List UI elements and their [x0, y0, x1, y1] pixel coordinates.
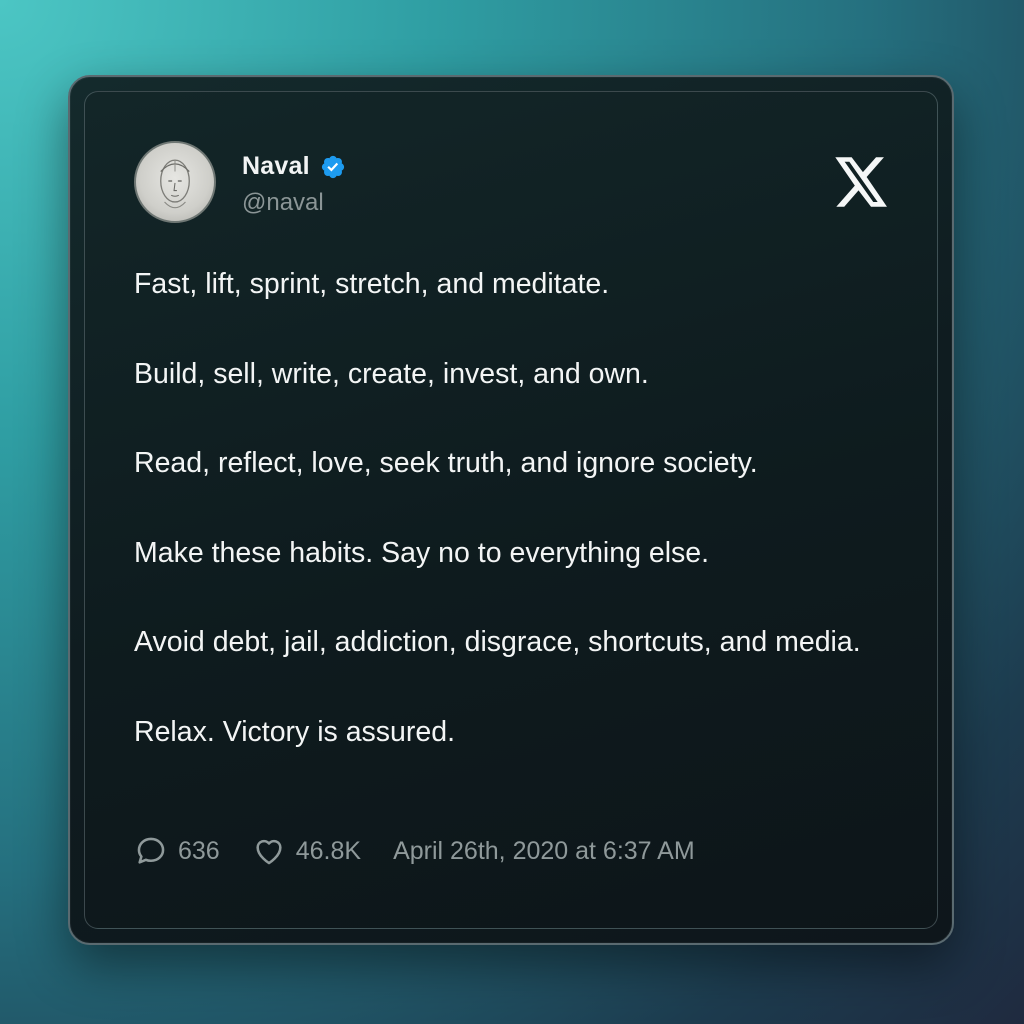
tweet-timestamp[interactable]: April 26th, 2020 at 6:37 AM: [393, 837, 695, 866]
heart-icon: [256, 839, 282, 865]
tweet-footer: 636 46.8K April 26th, 2020 at 6:37 AM: [134, 834, 695, 868]
tweet-paragraph: Avoid debt, jail, addiction, disgrace, s…: [134, 626, 861, 658]
author-handle[interactable]: @naval: [242, 189, 324, 217]
tweet-paragraph: Make these habits. Say no to everything …: [134, 536, 710, 569]
avatar[interactable]: [134, 141, 216, 223]
tweet-text: Fast, lift, sprint, stretch, and meditat…: [134, 262, 904, 799]
reply-button[interactable]: 636: [134, 834, 220, 868]
reply-count: 636: [178, 836, 220, 865]
like-button[interactable]: 46.8K: [252, 834, 361, 868]
author-name-row[interactable]: Naval: [242, 152, 346, 181]
tweet-paragraph: Build, sell, write, create, invest, and …: [134, 357, 649, 390]
tweet-paragraph: Relax. Victory is assured.: [134, 715, 456, 748]
author-name[interactable]: Naval: [242, 152, 310, 181]
avatar-sketch-icon: [160, 159, 190, 209]
tweet-paragraph: Read, reflect, love, seek truth, and ign…: [134, 447, 758, 479]
reply-bubble-icon: [137, 837, 165, 864]
verified-badge-icon: [321, 155, 344, 178]
tweet-paragraph: Fast, lift, sprint, stretch, and meditat…: [134, 268, 610, 300]
x-logo-icon[interactable]: [835, 157, 889, 207]
like-count: 46.8K: [295, 836, 362, 865]
